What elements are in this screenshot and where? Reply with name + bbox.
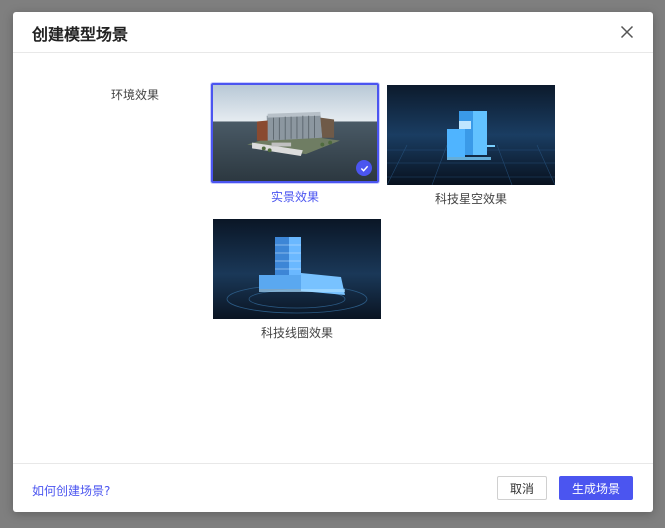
tech-starry-thumbnail [387,85,555,185]
option-realistic[interactable]: 实景效果 [211,83,379,205]
realistic-thumbnail [211,83,379,183]
cancel-button[interactable]: 取消 [497,476,547,500]
close-icon[interactable] [619,24,635,40]
create-scene-dialog: 创建模型场景 环境效果 实景效果 科技星空效果 科技线圈效果 如何创建场景? 取… [13,12,653,512]
dialog-header: 创建模型场景 [13,12,653,53]
dialog-title: 创建模型场景 [32,25,129,44]
check-icon [356,160,372,176]
help-link[interactable]: 如何创建场景? [32,482,110,499]
tech-coil-thumbnail [213,219,381,319]
option-label: 科技星空效果 [434,192,507,206]
option-label: 实景效果 [270,190,319,204]
dialog-footer: 如何创建场景? 取消 生成场景 [13,463,653,512]
generate-scene-button[interactable]: 生成场景 [559,476,633,500]
option-label: 科技线圈效果 [260,326,333,340]
environment-effect-label: 环境效果 [111,88,160,102]
option-tech-starry[interactable]: 科技星空效果 [387,85,555,207]
option-tech-coil[interactable]: 科技线圈效果 [213,219,381,341]
